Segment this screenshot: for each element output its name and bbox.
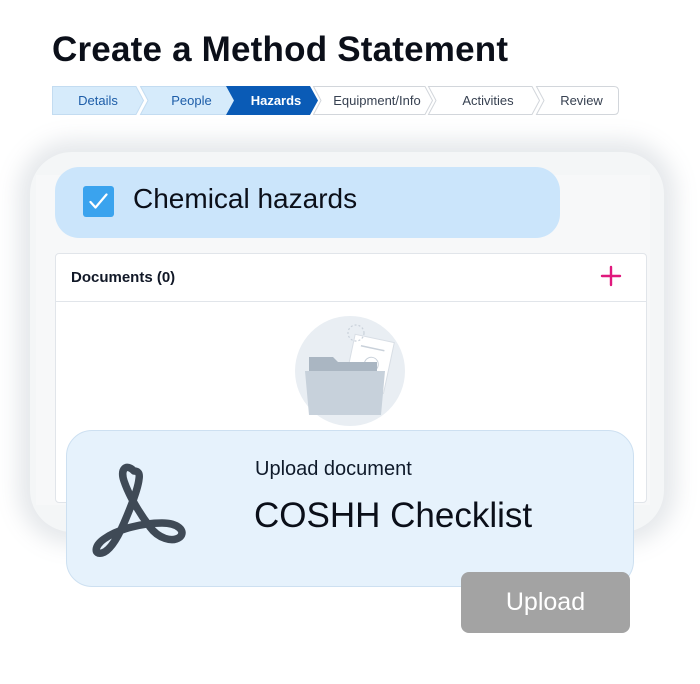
step-hazards[interactable]: Hazards <box>226 86 318 115</box>
step-equipment-info[interactable]: Equipment/Info <box>312 86 434 115</box>
step-equipment-info-label: Equipment/Info <box>333 93 421 108</box>
documents-divider <box>56 301 646 302</box>
step-activities[interactable]: Activities <box>427 86 541 115</box>
step-people[interactable]: People <box>139 86 236 115</box>
add-document-button[interactable] <box>599 264 623 288</box>
empty-folder-icon <box>295 316 405 426</box>
documents-title: Documents (0) <box>71 269 176 286</box>
document-name: COSHH Checklist <box>254 496 533 535</box>
step-review[interactable]: Review <box>535 86 619 115</box>
upload-caption: Upload document <box>255 458 412 480</box>
checkmark-icon <box>89 193 108 209</box>
step-details-label: Details <box>78 93 118 108</box>
plus-icon <box>600 265 622 287</box>
step-activities-label: Activities <box>462 93 514 108</box>
step-hazards-label: Hazards <box>250 93 302 108</box>
step-details[interactable]: Details <box>52 86 145 115</box>
pdf-icon <box>92 463 186 557</box>
upload-button[interactable]: Upload <box>461 572 630 633</box>
page-title: Create a Method Statement <box>52 30 509 69</box>
step-review-label: Review <box>560 93 603 108</box>
hazard-label: Chemical hazards <box>133 183 358 214</box>
hazard-checkbox[interactable] <box>83 186 114 217</box>
step-people-label: People <box>171 93 212 108</box>
